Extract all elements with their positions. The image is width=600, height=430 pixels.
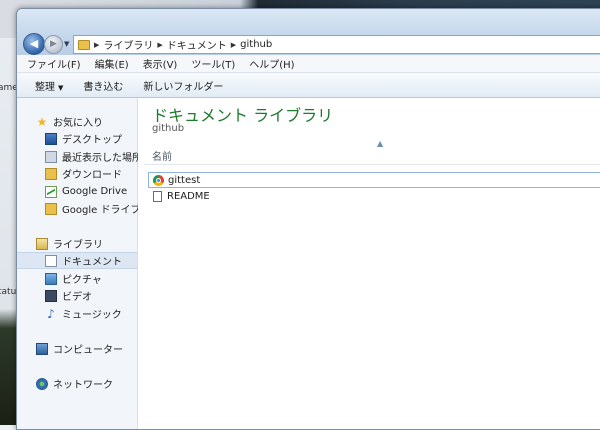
sidebar-item-label: ミュージック — [62, 310, 122, 321]
breadcrumb-github[interactable]: github — [240, 39, 272, 50]
file-name: gittest — [168, 174, 201, 186]
chevron-down-icon: ▼ — [58, 83, 64, 92]
navigation-pane: ★ お気に入り デスクトップ 最近表示した場所 ダウンロード Google Dr… — [17, 98, 142, 429]
burn-button[interactable]: 書き込む — [83, 78, 123, 93]
library-subtitle: github — [152, 123, 185, 134]
breadcrumb-separator-icon[interactable]: ▶ — [231, 41, 236, 49]
sidebar-item-label: ピクチャ — [62, 275, 102, 286]
file-row-gittest[interactable]: gittest — [148, 172, 600, 188]
organize-button[interactable]: 整理 ▼ — [35, 78, 63, 93]
music-icon: ♪ — [47, 306, 55, 321]
folder-icon — [78, 39, 90, 50]
sidebar-item-label: ダウンロード — [62, 170, 122, 181]
recent-places-icon — [45, 150, 57, 163]
file-row-readme[interactable]: README — [148, 188, 600, 204]
sidebar-item-computer[interactable]: コンピューター — [17, 340, 156, 357]
sidebar-item-label: コンピューター — [53, 345, 123, 356]
video-icon — [45, 289, 57, 302]
computer-icon — [36, 342, 48, 355]
menu-view[interactable]: 表示(V) — [143, 56, 178, 71]
history-dropdown-icon[interactable]: ▼ — [64, 40, 69, 48]
sort-ascending-icon: ▲ — [377, 139, 384, 148]
sidebar-item-label: ビデオ — [62, 292, 92, 303]
organize-label: 整理 — [35, 81, 55, 93]
google-drive-folder-icon — [45, 202, 57, 215]
column-divider — [144, 164, 600, 165]
menu-edit[interactable]: 編集(E) — [95, 56, 129, 71]
document-icon — [45, 254, 57, 267]
forward-button[interactable]: ▶ — [44, 35, 63, 54]
sidebar-item-label: Google ドライブ — [62, 205, 141, 216]
title-bar: ◀ ▶ ▼ ▶ ライブラリ ▶ ドキュメント ▶ github — [17, 9, 600, 55]
sidebar-item-label: ライブラリ — [53, 240, 103, 251]
file-icon — [153, 190, 162, 202]
file-list-pane: ドキュメント ライブラリ github ▲ 名前 gittest README — [138, 98, 600, 429]
sidebar-item-libraries[interactable]: ライブラリ — [17, 235, 156, 252]
sidebar-item-label: 最近表示した場所 — [62, 153, 142, 164]
star-icon: ★ — [36, 114, 48, 129]
download-folder-icon — [45, 167, 57, 180]
menu-help[interactable]: ヘルプ(H) — [249, 56, 294, 71]
breadcrumb-documents[interactable]: ドキュメント — [167, 37, 227, 52]
sidebar-item-network[interactable]: ネットワーク — [17, 375, 156, 392]
chrome-icon — [153, 174, 164, 186]
library-icon — [36, 237, 48, 250]
sidebar-item-label: ドキュメント — [62, 257, 122, 268]
column-header-name[interactable]: 名前 — [152, 148, 172, 163]
command-bar: 整理 ▼ 書き込む 新しいフォルダー — [17, 73, 600, 98]
address-bar[interactable]: ▶ ライブラリ ▶ ドキュメント ▶ github — [73, 35, 600, 54]
sidebar-item-label: Google Drive — [62, 186, 128, 197]
explorer-window: ◀ ▶ ▼ ▶ ライブラリ ▶ ドキュメント ▶ github ファイル(F) … — [16, 8, 600, 430]
sidebar-item-documents[interactable]: ドキュメント — [17, 252, 137, 269]
pictures-icon — [45, 272, 57, 285]
network-icon — [36, 377, 48, 390]
file-name: README — [167, 190, 210, 202]
breadcrumb-separator-icon[interactable]: ▶ — [157, 41, 162, 49]
breadcrumb-libraries[interactable]: ライブラリ — [103, 37, 153, 52]
new-folder-button[interactable]: 新しいフォルダー — [143, 78, 223, 93]
sidebar-item-label: デスクトップ — [62, 135, 122, 146]
menu-tools[interactable]: ツール(T) — [191, 56, 235, 71]
menu-bar: ファイル(F) 編集(E) 表示(V) ツール(T) ヘルプ(H) — [17, 55, 600, 73]
sidebar-item-favorites[interactable]: ★ お気に入り — [17, 113, 156, 130]
google-drive-icon — [45, 185, 57, 198]
back-button[interactable]: ◀ — [23, 33, 45, 55]
sidebar-item-label: お気に入り — [53, 118, 103, 129]
sidebar-item-label: ネットワーク — [53, 380, 113, 391]
breadcrumb-separator-icon[interactable]: ▶ — [94, 41, 99, 49]
desktop-icon — [45, 132, 57, 145]
menu-file[interactable]: ファイル(F) — [27, 56, 81, 71]
